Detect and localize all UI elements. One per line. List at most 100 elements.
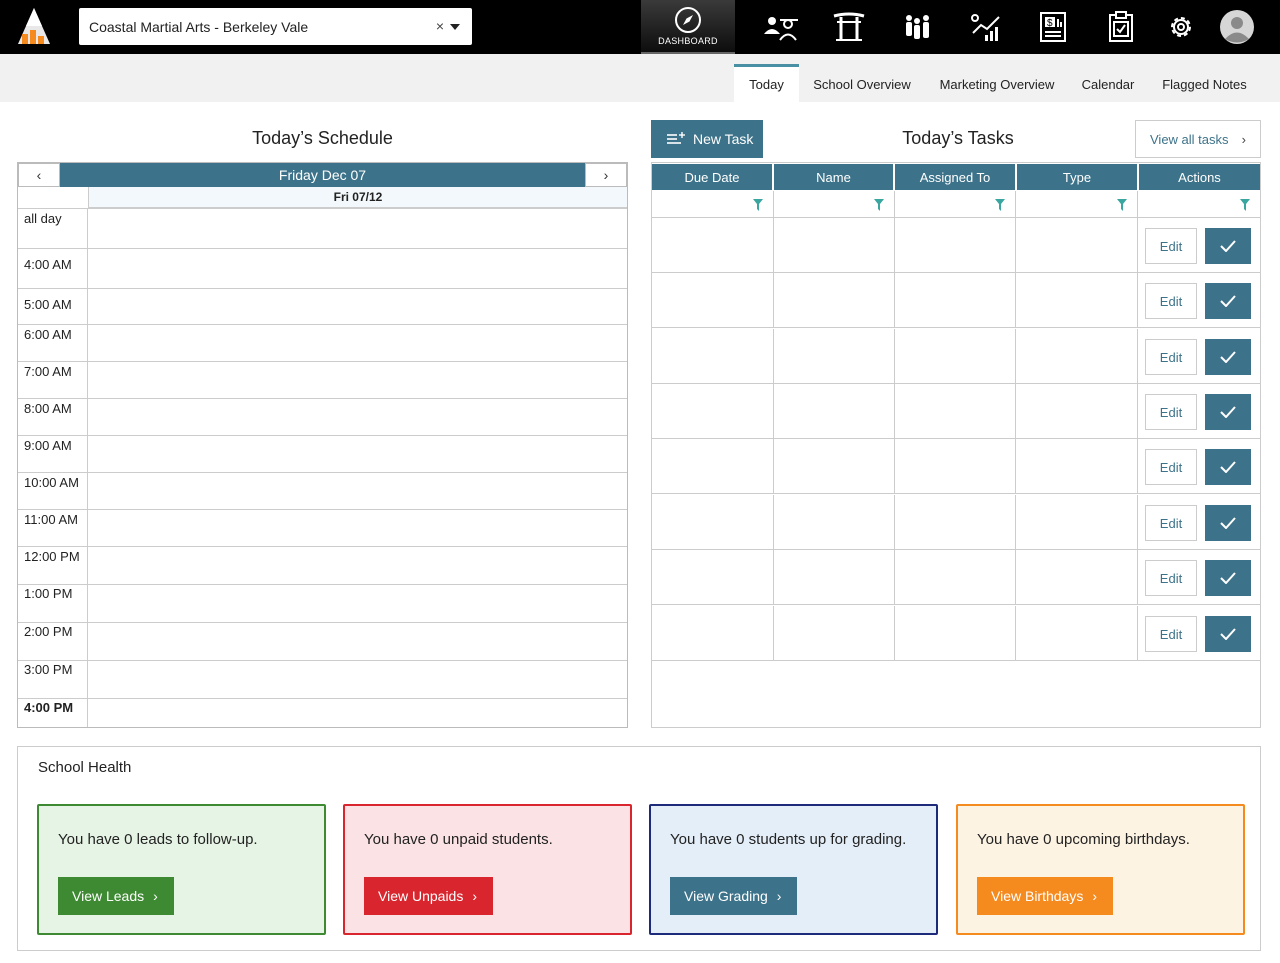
edit-task-button[interactable]: Edit [1145,616,1197,652]
complete-task-button[interactable] [1205,394,1251,430]
slot-time: 12:00 PM [24,549,80,564]
complete-task-button[interactable] [1205,228,1251,264]
calendar-prev-button[interactable]: ‹ [18,163,60,187]
table-row: Edit [652,439,1260,494]
table-cell [774,550,895,605]
complete-task-button[interactable] [1205,339,1251,375]
tab-bar: Today School Overview Marketing Overview… [0,54,1280,102]
school-select[interactable]: Coastal Martial Arts - Berkeley Vale × [79,8,472,45]
nav-school[interactable] [826,0,872,54]
filter-icon[interactable] [995,199,1005,211]
tab-marketing-overview[interactable]: Marketing Overview [929,64,1065,102]
view-leads-button[interactable]: View Leads › [58,877,174,915]
edit-task-button[interactable]: Edit [1145,505,1197,541]
nav-finance[interactable]: $ [1030,0,1076,54]
calendar-slot[interactable]: 11:00 AM [18,509,627,546]
check-icon [1220,240,1236,252]
edit-task-button[interactable]: Edit [1145,228,1197,264]
column-header-assigned-to[interactable]: Assigned To [895,164,1015,190]
calendar-slot[interactable]: 8:00 AM [18,398,627,435]
tab-school-overview[interactable]: School Overview [804,64,920,102]
table-row: Edit [652,550,1260,605]
column-header-due-date[interactable]: Due Date [652,164,772,190]
table-cell [774,384,895,439]
filter-icon[interactable] [753,199,763,211]
complete-task-button[interactable] [1205,616,1251,652]
calendar-slot[interactable]: 10:00 AM [18,472,627,509]
clear-icon[interactable]: × [436,18,444,34]
table-cell [652,439,774,494]
nav-students[interactable] [757,0,807,54]
tab-calendar[interactable]: Calendar [1073,64,1143,102]
calendar-slot[interactable]: 1:00 PM [18,584,627,622]
view-unpaids-button[interactable]: View Unpaids › [364,877,494,915]
table-cell [1016,273,1138,328]
complete-task-button[interactable] [1205,505,1251,541]
view-leads-label: View Leads [72,888,145,904]
calendar-slot[interactable]: 9:00 AM [18,435,627,472]
view-all-tasks-label: View all tasks [1150,131,1229,147]
table-cell [774,329,895,384]
tab-today[interactable]: Today [734,64,799,102]
chevron-right-icon: › [603,167,609,183]
table-row: Edit [652,273,1260,328]
calendar-next-button[interactable]: › [585,163,627,187]
filter-actions [1138,191,1260,218]
filter-icon[interactable] [874,199,884,211]
check-icon [1220,406,1236,418]
table-cell [774,495,895,550]
new-task-button[interactable]: New Task [651,120,763,158]
calendar-slot[interactable]: 12:00 PM [18,546,627,584]
slot-time: 5:00 AM [24,297,72,312]
chevron-right-icon: › [1092,888,1098,904]
filter-icon[interactable] [1240,199,1250,211]
chevron-down-icon[interactable] [450,24,460,30]
calendar-day-header: Fri 07/12 [88,187,627,208]
family-icon [906,15,929,39]
calendar-slot[interactable]: 4:00 PM [18,698,627,727]
calendar-slot[interactable]: 5:00 AM [18,288,627,324]
column-header-type[interactable]: Type [1017,164,1137,190]
nav-marketing[interactable] [962,0,1008,54]
complete-task-button[interactable] [1205,560,1251,596]
edit-task-button[interactable]: Edit [1145,449,1197,485]
complete-task-button[interactable] [1205,283,1251,319]
complete-task-button[interactable] [1205,449,1251,485]
table-row: Edit [652,384,1260,439]
column-header-name[interactable]: Name [774,164,893,190]
gear-icon [1171,17,1191,37]
school-select-value: Coastal Martial Arts - Berkeley Vale [89,18,309,35]
calendar-slot[interactable]: 7:00 AM [18,361,627,398]
table-cell [895,439,1016,494]
slot-time: 3:00 PM [24,662,73,677]
view-all-tasks-button[interactable]: View all tasks › [1135,120,1261,158]
health-card-message: You have 0 leads to follow-up. [58,831,258,848]
calendar-slot[interactable]: 3:00 PM [18,660,627,698]
filter-assigned-to [895,191,1016,218]
health-card-leads: You have 0 leads to follow-up. View Lead… [37,804,326,935]
edit-task-button[interactable]: Edit [1145,394,1197,430]
add-list-icon [667,132,685,144]
edit-task-button[interactable]: Edit [1145,339,1197,375]
calendar-slot[interactable]: 4:00 AM [18,248,627,288]
table-cell [1016,606,1138,661]
filter-icon[interactable] [1117,199,1127,211]
calendar-slot[interactable]: all day [18,208,627,248]
nav-dashboard[interactable]: DASHBOARD [641,0,735,54]
nav-settings[interactable] [1158,0,1204,54]
health-card-birthdays: You have 0 upcoming birthdays. View Birt… [956,804,1245,935]
nav-families[interactable] [894,0,940,54]
calendar-slot[interactable]: 6:00 AM [18,324,627,361]
edit-task-button[interactable]: Edit [1145,560,1197,596]
view-grading-button[interactable]: View Grading › [670,877,798,915]
user-avatar[interactable] [1214,0,1260,54]
table-cell [895,329,1016,384]
health-card-message: You have 0 unpaid students. [364,831,553,848]
tab-flagged-notes[interactable]: Flagged Notes [1152,64,1257,102]
calendar-slot[interactable]: 2:00 PM [18,622,627,660]
view-birthdays-button[interactable]: View Birthdays › [977,877,1114,915]
nav-tasks[interactable] [1098,0,1144,54]
app-logo-icon[interactable] [16,6,52,46]
edit-task-button[interactable]: Edit [1145,283,1197,319]
chevron-right-icon: › [153,888,158,904]
